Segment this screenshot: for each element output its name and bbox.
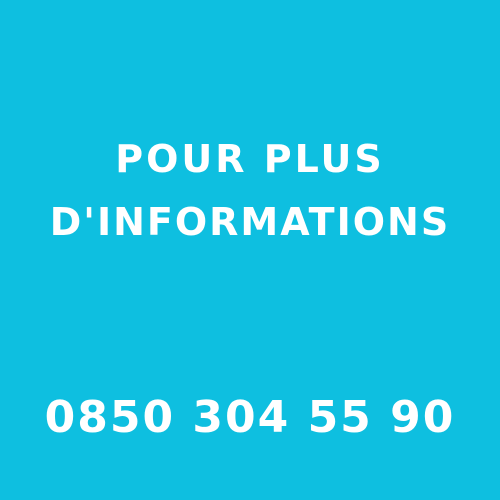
headline-line-2: D'INFORMATIONS [49, 200, 451, 244]
phone-number: 0850 304 55 90 [44, 392, 456, 443]
info-banner: POUR PLUS D'INFORMATIONS 0850 304 55 90 [0, 0, 500, 500]
headline-line-1: POUR PLUS [115, 137, 385, 181]
